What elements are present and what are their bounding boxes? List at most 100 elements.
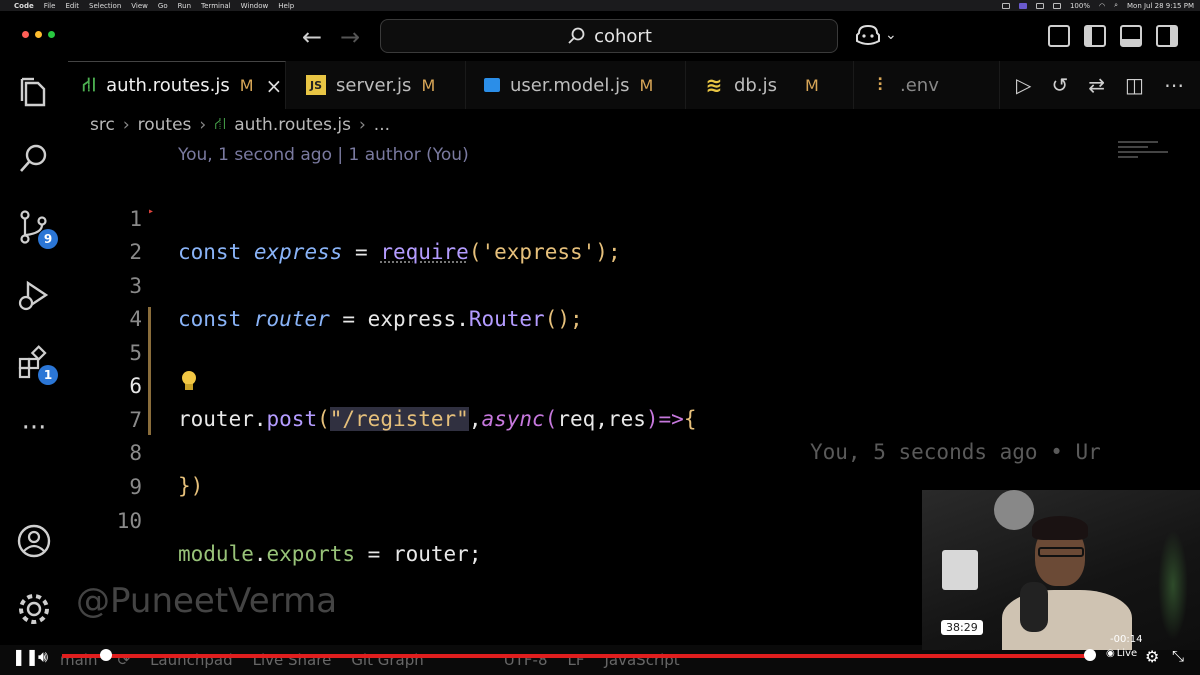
modified-indicator: M: [804, 75, 819, 95]
exit-fullscreen-icon[interactable]: ⤡: [1172, 647, 1184, 665]
screen-record-icon[interactable]: [1018, 2, 1027, 9]
forward-arrow-icon[interactable]: →: [340, 23, 360, 51]
tab-user-model[interactable]: user.model.js M: [466, 61, 686, 109]
minimize-window-button[interactable]: [35, 31, 42, 38]
token: .: [253, 542, 267, 566]
macos-menubar: Code File Edit Selection View Go Run Ter…: [0, 0, 1200, 11]
git-blame-header[interactable]: You, 1 second ago | 1 author (You): [178, 145, 469, 165]
chevron-right-icon: ›: [199, 115, 207, 135]
search-icon[interactable]: [16, 141, 52, 177]
tab-db[interactable]: ≋ db.js M: [686, 61, 854, 109]
menu-view[interactable]: View: [131, 2, 148, 10]
lamp-shape: [994, 490, 1034, 530]
accounts-icon[interactable]: [16, 523, 52, 559]
route-icon: ⛙: [82, 72, 97, 96]
progress-fill: [62, 654, 1090, 658]
video-settings-gear-icon[interactable]: ⚙: [1145, 647, 1159, 666]
tab-label: server.js: [336, 74, 412, 96]
open-changes-icon[interactable]: ⇄: [1088, 73, 1105, 97]
token: =: [355, 542, 393, 566]
minimap[interactable]: [1118, 141, 1188, 181]
live-indicator[interactable]: ◉ Live: [1106, 648, 1137, 659]
menu-edit[interactable]: Edit: [65, 2, 79, 10]
modified-indicator: M: [239, 76, 254, 95]
code-text: module.exports = router;: [178, 538, 481, 571]
split-editor-icon[interactable]: ◫: [1125, 73, 1144, 97]
tab-label: user.model.js: [510, 74, 630, 96]
menu-terminal[interactable]: Terminal: [201, 2, 231, 10]
token: router;: [392, 542, 482, 566]
volume-icon[interactable]: 🔊︎: [38, 647, 48, 667]
menu-help[interactable]: Help: [278, 2, 294, 10]
code-line: 4: [68, 270, 1118, 331]
chevron-right-icon: ›: [122, 115, 130, 135]
back-arrow-icon[interactable]: ←: [302, 23, 322, 51]
source-control-icon[interactable]: 9: [16, 209, 58, 249]
scm-badge: 9: [38, 229, 58, 249]
code-line: 7: [68, 371, 1118, 432]
tab-server[interactable]: JS server.js M: [286, 61, 466, 109]
toggle-panel-icon[interactable]: [1120, 25, 1142, 47]
tab-label: .env: [900, 74, 939, 96]
tray-icon[interactable]: [1001, 2, 1010, 9]
playhead-knob[interactable]: [1084, 649, 1096, 661]
breadcrumb-item[interactable]: routes: [138, 115, 192, 135]
toggle-primary-sidebar-icon[interactable]: [1084, 25, 1106, 47]
command-center-search[interactable]: cohort: [380, 19, 838, 53]
tray-icon[interactable]: [1052, 2, 1061, 9]
menubar-clock[interactable]: Mon Jul 28 9:15 PM: [1127, 2, 1194, 10]
menu-app-name[interactable]: Code: [14, 2, 34, 10]
menu-selection[interactable]: Selection: [89, 2, 121, 10]
lightbulb-icon[interactable]: [178, 369, 200, 393]
modified-indicator: M: [639, 75, 654, 95]
battery-text: 100%: [1069, 1, 1090, 10]
toggle-secondary-sidebar-icon[interactable]: [1156, 25, 1178, 47]
more-views-icon[interactable]: ···: [16, 413, 52, 449]
wifi-icon[interactable]: ◠: [1099, 2, 1105, 10]
zoom-window-button[interactable]: [48, 31, 55, 38]
spotlight-icon[interactable]: ⌕: [1114, 1, 1118, 10]
menu-go[interactable]: Go: [158, 2, 168, 10]
tab-label: auth.routes.js: [106, 75, 230, 96]
hover-scrub-knob[interactable]: [100, 649, 112, 661]
route-icon: ⛙: [214, 114, 227, 134]
live-icon: ◉: [1106, 648, 1115, 659]
close-window-button[interactable]: [22, 31, 29, 38]
extensions-icon[interactable]: 1: [16, 345, 58, 385]
code-line: 3 const router = express.Router();: [68, 237, 1118, 331]
chevron-right-icon: ›: [358, 115, 366, 135]
close-tab-icon[interactable]: ×: [266, 74, 283, 98]
tray-icon[interactable]: [1035, 2, 1044, 9]
timeline-history-icon[interactable]: ↺: [1051, 73, 1068, 97]
run-icon[interactable]: ▷: [1016, 73, 1031, 97]
token: exports: [266, 542, 356, 566]
pause-icon[interactable]: ❚❚: [12, 647, 39, 666]
settings-sliders-icon: ⫶: [877, 74, 883, 96]
manage-gear-icon[interactable]: [16, 591, 52, 627]
database-icon: ≋: [705, 73, 723, 97]
breadcrumb-item[interactable]: auth.routes.js: [234, 115, 351, 135]
copilot-button[interactable]: ⌄: [855, 23, 897, 47]
code-line: 2 ▸: [68, 203, 1118, 264]
error-marker-icon: ▸: [148, 206, 155, 217]
hover-time-tooltip: 38:29: [941, 620, 983, 635]
breadcrumb-item[interactable]: ...: [374, 115, 390, 135]
run-and-debug-icon[interactable]: [16, 277, 52, 313]
video-controls: ❚❚ 🔊︎ 38:29 -00:14 ◉ Live ⚙ ⤡: [0, 620, 1200, 675]
tab-label: db.js: [734, 74, 777, 96]
breadcrumb: src › routes › ⛙ auth.routes.js › ...: [68, 109, 1200, 141]
editor-actions: ▷ ↺ ⇄ ◫ ⋯: [1000, 61, 1200, 109]
breadcrumb-item[interactable]: src: [90, 115, 115, 135]
customize-layout-icon[interactable]: [1048, 25, 1070, 47]
menu-file[interactable]: File: [44, 2, 56, 10]
explorer-icon[interactable]: [16, 75, 52, 111]
menu-window[interactable]: Window: [241, 2, 269, 10]
tab-env[interactable]: ⫶ .env: [854, 61, 1000, 109]
js-icon: JS: [306, 75, 326, 95]
tab-auth-routes[interactable]: ⛙ auth.routes.js M ×: [68, 61, 286, 109]
watermark: @PuneetVerma: [76, 581, 338, 621]
more-actions-icon[interactable]: ⋯: [1164, 73, 1184, 97]
person-hair: [1032, 516, 1088, 540]
menu-run[interactable]: Run: [178, 2, 191, 10]
person-glasses: [1038, 547, 1084, 557]
